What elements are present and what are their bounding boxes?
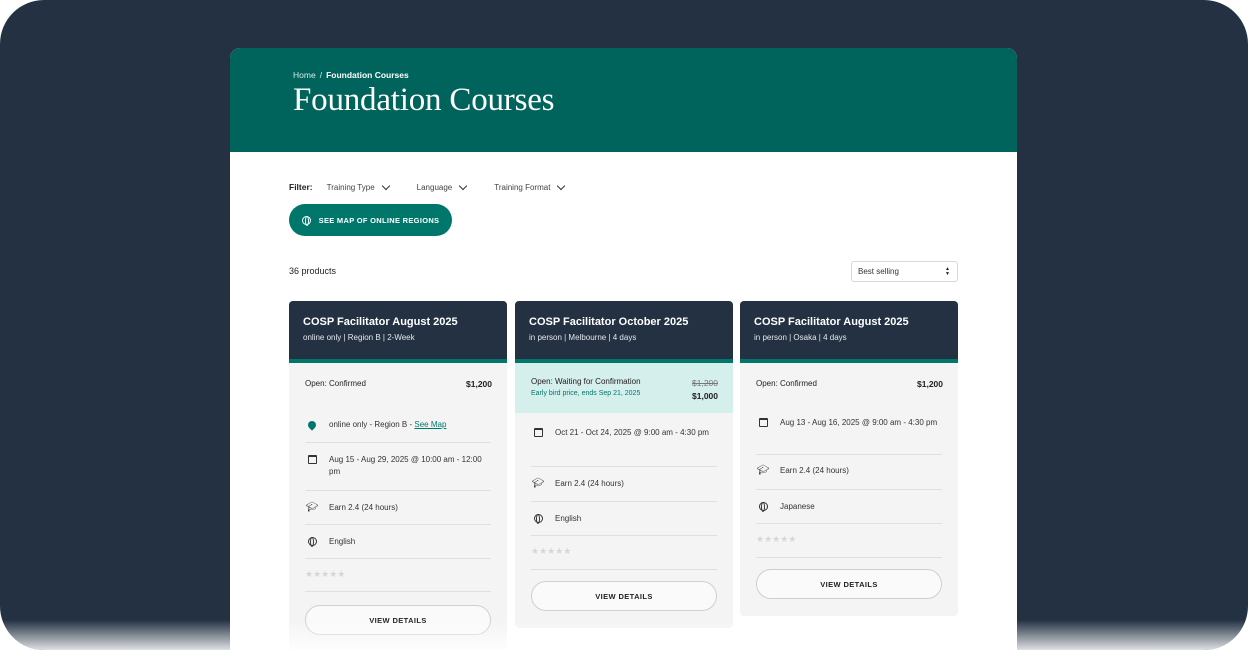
breadcrumb-home[interactable]: Home (293, 70, 316, 80)
status-text: Open: Confirmed (756, 379, 817, 388)
price: $1,200 (466, 379, 492, 389)
calendar-icon (307, 455, 317, 464)
rating-stars: ★★★★★ (305, 559, 491, 592)
calendar-icon (758, 418, 768, 427)
date-row: Aug 13 - Aug 16, 2025 @ 9:00 am - 4:30 p… (756, 413, 942, 455)
filter-label: Filter: (289, 182, 313, 192)
course-card: COSP Facilitator October 2025 in person … (515, 301, 733, 628)
globe-icon (301, 215, 311, 226)
language-row: English (305, 525, 491, 559)
date-row: Aug 15 - Aug 29, 2025 @ 10:00 am - 12:00… (305, 443, 491, 491)
course-card: COSP Facilitator August 2025 online only… (289, 301, 507, 650)
see-map-button[interactable]: SEE MAP OF ONLINE REGIONS (289, 204, 452, 236)
filter-bar: Filter: Training Type Language Training … (289, 180, 592, 194)
breadcrumb-separator: / (319, 70, 323, 80)
card-title[interactable]: COSP Facilitator October 2025 (529, 316, 719, 328)
price: $1,200 (917, 379, 943, 389)
date-text: Aug 15 - Aug 29, 2025 @ 10:00 am - 12:00… (329, 455, 482, 476)
see-map-button-label: SEE MAP OF ONLINE REGIONS (318, 215, 440, 225)
language-text: English (555, 514, 582, 523)
language-text: English (329, 537, 356, 546)
filter-language[interactable]: Language (416, 181, 468, 192)
date-row: Oct 21 - Oct 24, 2025 @ 9:00 am - 4:30 p… (531, 413, 717, 467)
rating-stars: ★★★★★ (756, 524, 942, 558)
card-status: Open: Confirmed $1,200 (740, 363, 958, 413)
card-header: COSP Facilitator August 2025 online only… (289, 301, 507, 363)
globe-icon (758, 502, 768, 512)
chevron-down-icon (381, 181, 390, 190)
chevron-down-icon (459, 181, 468, 190)
card-subtitle: online only | Region B | 2-Week (303, 333, 415, 342)
credits-text: Earn 2.4 (24 hours) (555, 479, 624, 488)
date-text: Oct 21 - Oct 24, 2025 @ 9:00 am - 4:30 p… (555, 428, 709, 437)
card-status: Open: Confirmed $1,200 (289, 363, 507, 413)
globe-icon (307, 537, 317, 547)
old-price: $1,200 (692, 378, 718, 388)
page-title: Foundation Courses (293, 82, 555, 118)
globe-icon (533, 514, 543, 524)
graduation-cap-icon: 🎓︎ (305, 502, 319, 513)
language-text: Japanese (780, 502, 815, 511)
card-subtitle: in person | Melbourne | 4 days (529, 333, 637, 342)
status-text: Open: Waiting for Confirmation (531, 377, 641, 386)
filter-training-type-label: Training Type (326, 182, 375, 192)
chevron-down-icon (557, 181, 566, 190)
window-frame: Home / Foundation Courses Foundation Cours… (0, 0, 1248, 650)
graduation-cap-icon: 🎓︎ (531, 478, 545, 489)
sort-arrows-icon: ▲ ▼ (945, 266, 950, 277)
card-title[interactable]: COSP Facilitator August 2025 (303, 316, 493, 328)
view-details-button[interactable]: VIEW DETAILS (531, 581, 717, 611)
filter-language-label: Language (416, 182, 453, 192)
map-pin-icon (306, 419, 318, 431)
credits-text: Earn 2.4 (24 hours) (329, 503, 398, 512)
card-title[interactable]: COSP Facilitator August 2025 (754, 316, 944, 328)
view-details-button[interactable]: VIEW DETAILS (756, 569, 942, 599)
graduation-cap-icon: 🎓︎ (756, 465, 770, 476)
language-row: Japanese (756, 490, 942, 524)
product-count: 36 products (289, 266, 337, 276)
credits-text: Earn 2.4 (24 hours) (780, 466, 849, 475)
credits-row: 🎓︎ Earn 2.4 (24 hours) (305, 491, 491, 525)
credits-row: 🎓︎ Earn 2.4 (24 hours) (756, 455, 942, 490)
breadcrumb: Home / Foundation Courses (293, 70, 409, 80)
location-row: online only - Region B - See Map (305, 413, 491, 443)
filter-training-format[interactable]: Training Format (494, 181, 566, 192)
location-text: online only - Region B - (329, 420, 415, 429)
card-subtitle: in person | Osaka | 4 days (754, 333, 847, 342)
filter-training-type[interactable]: Training Type (326, 181, 390, 192)
filter-training-format-label: Training Format (494, 182, 551, 192)
sort-select[interactable]: Best selling ▲ ▼ (851, 261, 958, 282)
sort-select-value: Best selling (858, 267, 899, 276)
status-text: Open: Confirmed (305, 379, 366, 388)
card-header: COSP Facilitator August 2025 in person |… (740, 301, 958, 363)
language-row: English (531, 502, 717, 536)
see-map-link[interactable]: See Map (414, 420, 446, 429)
price: $1,000 (692, 391, 718, 401)
page-header: Home / Foundation Courses Foundation Cours… (230, 48, 1017, 152)
credits-row: 🎓︎ Earn 2.4 (24 hours) (531, 467, 717, 502)
breadcrumb-current: Foundation Courses (326, 70, 409, 80)
date-text: Aug 13 - Aug 16, 2025 @ 9:00 am - 4:30 p… (780, 418, 938, 427)
card-header: COSP Facilitator October 2025 in person … (515, 301, 733, 363)
page: Home / Foundation Courses Foundation Cours… (230, 48, 1017, 650)
early-bird-note: Early bird price, ends Sep 21, 2025 (531, 390, 641, 397)
calendar-icon (533, 428, 543, 437)
rating-stars: ★★★★★ (531, 536, 717, 570)
card-status: Open: Waiting for Confirmation Early bir… (515, 363, 733, 413)
course-card: COSP Facilitator August 2025 in person |… (740, 301, 958, 616)
view-details-button[interactable]: VIEW DETAILS (305, 605, 491, 635)
